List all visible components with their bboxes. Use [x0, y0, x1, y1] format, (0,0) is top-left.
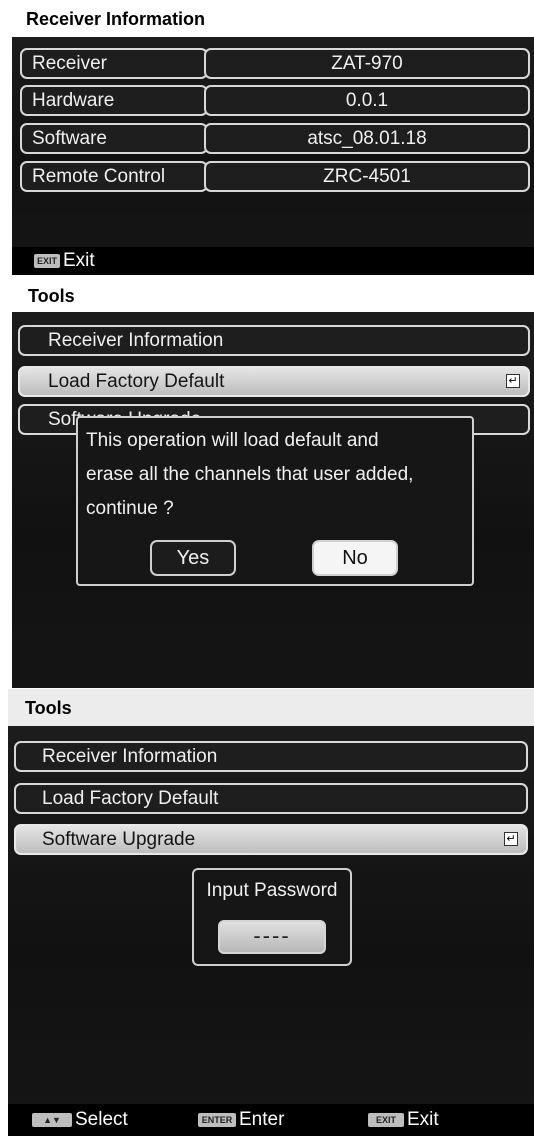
select-hint[interactable]: ▲▼ Select [32, 1104, 128, 1136]
password-input[interactable]: ---- [218, 920, 326, 954]
password-dialog-title: Input Password [206, 880, 338, 901]
menu-load-factory-default-label: Load Factory Default [48, 371, 225, 392]
remote-control-value: ZRC-4501 [204, 161, 530, 192]
screen2-title: Tools [28, 286, 75, 306]
factory-reset-dialog: This operation will load default and era… [76, 416, 474, 586]
screen3-title: Tools [25, 698, 72, 718]
screen3-footer: ▲▼ Select ENTER Enter EXIT Exit [8, 1104, 534, 1136]
enter-return-icon: ↵ [504, 832, 518, 846]
hardware-label: Hardware [20, 85, 208, 116]
exit-hint[interactable]: EXIT Exit [34, 247, 95, 275]
no-button[interactable]: No [312, 540, 398, 576]
screen1-footer: EXIT Exit [12, 247, 534, 275]
receiver-info-panel: Receiver ZAT-970 Hardware 0.0.1 Software… [12, 37, 534, 247]
enter-key-icon: ENTER [198, 1113, 236, 1127]
hardware-value: 0.0.1 [204, 85, 530, 116]
menu-receiver-information[interactable]: Receiver Information [14, 741, 528, 772]
exit-key-icon: EXIT [34, 254, 60, 268]
menu-software-upgrade[interactable]: Software Upgrade ↵ [14, 824, 528, 855]
exit-label: Exit [407, 1109, 439, 1130]
menu-load-factory-default[interactable]: Load Factory Default [14, 783, 528, 814]
enter-label: Enter [239, 1109, 285, 1130]
software-value: atsc_08.01.18 [204, 123, 530, 154]
exit-key-icon: EXIT [368, 1113, 404, 1127]
remote-control-label: Remote Control [20, 161, 208, 192]
receiver-value: ZAT-970 [204, 48, 530, 79]
menu-receiver-information[interactable]: Receiver Information [18, 325, 530, 356]
up-down-arrows-icon: ▲▼ [32, 1113, 72, 1127]
receiver-label: Receiver [20, 48, 208, 79]
screen3-title-bar: Tools [8, 689, 534, 726]
menu-software-upgrade-label: Software Upgrade [42, 829, 196, 850]
dialog-message-line1: This operation will load default and [86, 430, 379, 451]
tools-panel-confirm: Receiver Information Load Factory Defaul… [12, 312, 534, 688]
exit-hint[interactable]: EXIT Exit [368, 1104, 439, 1136]
exit-label: Exit [63, 250, 95, 271]
menu-load-factory-default[interactable]: Load Factory Default ↵ [18, 366, 530, 397]
enter-hint[interactable]: ENTER Enter [198, 1104, 284, 1136]
software-label: Software [20, 123, 208, 154]
screen1-title: Receiver Information [26, 9, 206, 29]
dialog-message-line3: continue ? [86, 498, 174, 519]
dialog-message-line2: erase all the channels that user added, [86, 464, 414, 485]
select-label: Select [75, 1109, 128, 1130]
yes-button[interactable]: Yes [150, 540, 236, 576]
password-dialog: Input Password ---- [192, 868, 352, 966]
enter-return-icon: ↵ [506, 374, 520, 388]
tools-panel-password: Receiver Information Load Factory Defaul… [8, 726, 534, 1104]
